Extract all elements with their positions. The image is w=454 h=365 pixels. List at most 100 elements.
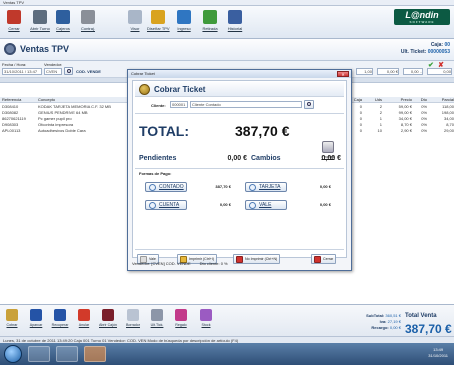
no-imprimir-button[interactable]: No Imprimir (Ctrl+N) <box>233 254 281 264</box>
recargo-value: 0,00 € <box>389 325 401 330</box>
vale-value: 0,00 € <box>319 202 331 207</box>
bottom-anular-button[interactable]: Anular <box>74 309 94 327</box>
partial-input[interactable]: 0,00 <box>427 68 452 75</box>
search-cliente-button[interactable] <box>304 100 314 109</box>
fecha-input[interactable]: 31/10/2011 / 13:47 <box>2 68 42 75</box>
bottom-recuperar-button[interactable]: Recuperar <box>50 309 70 327</box>
toolbar-label: Visor <box>130 26 140 31</box>
monitor-icon <box>128 10 142 24</box>
close-icon[interactable]: ✘ <box>438 61 444 69</box>
subtotal-value: 360,51 € <box>385 313 401 318</box>
toolbar-abrir-turno-button[interactable]: Abrir Turno <box>29 10 51 38</box>
last-ticket-icon <box>151 309 163 321</box>
column-header[interactable]: Dto <box>415 97 427 103</box>
recover-icon <box>54 309 66 321</box>
bottom-label: Anular <box>78 323 90 327</box>
formas-pago-label: Formas de Pago: <box>139 171 172 176</box>
logo-sub: SOFTWARE <box>409 20 435 24</box>
bottom-label: Borrador <box>126 323 140 327</box>
toolbar-cajeros-button[interactable]: Cajeros <box>52 10 74 38</box>
divider <box>135 168 344 169</box>
bottom-cobrar-button[interactable]: Cobrar <box>2 309 22 327</box>
close-icon <box>314 256 321 263</box>
cliente-code-input[interactable]: 000001 <box>170 101 188 108</box>
check-icon[interactable]: ✔ <box>428 61 434 69</box>
design-icon <box>151 10 165 24</box>
bottom-stock-button[interactable]: Stock <box>196 309 216 327</box>
table-cell: 0% <box>421 128 427 133</box>
toolbar-retirada-button[interactable]: Retirada <box>199 10 221 38</box>
vale-label: VALE <box>259 202 272 208</box>
bottom-borrador-button[interactable]: Borrador <box>123 309 143 327</box>
iva-value: 27,19 € <box>387 319 401 324</box>
cerrar-dialog-label: Cerrar <box>323 257 334 261</box>
column-header[interactable]: Precio <box>390 97 412 103</box>
taskbar-landin-icon[interactable] <box>84 346 106 362</box>
toolbar-historial-button[interactable]: Historial <box>224 10 246 38</box>
dialog-title-bar: Cobrar Ticket <box>135 82 344 97</box>
dialog-close-button[interactable]: ✕ <box>337 71 349 77</box>
bottom-label: Cobrar <box>6 323 18 327</box>
window-title: Ventas TPV <box>3 0 25 5</box>
taskbar-explorer-icon[interactable] <box>28 346 50 362</box>
toolbar-label: Abrir Turno <box>30 26 50 31</box>
cerrar-dialog-button[interactable]: Cerrar <box>311 254 337 264</box>
dto-input[interactable]: 0,00 .. <box>403 68 423 75</box>
toolbar-diseñar-tpv-button[interactable]: Diseñar TPV <box>147 10 170 38</box>
table-cell: APL00113 <box>2 128 21 133</box>
search-vendedor-button[interactable] <box>64 67 73 75</box>
toolbar-label: Historial <box>227 26 243 31</box>
start-orb-icon[interactable] <box>4 345 22 363</box>
column-header[interactable]: Uds <box>370 97 382 103</box>
gift-icon <box>175 309 187 321</box>
tarjeta-label: TARJETA <box>259 184 281 190</box>
account-icon <box>149 202 156 209</box>
search-icon <box>307 102 311 106</box>
cuenta-button[interactable]: CUENTA <box>145 200 187 210</box>
footer-dto: Dto cliente: 0 % <box>199 261 228 266</box>
total-label: TOTAL: <box>139 123 190 139</box>
toolbar-cerrar-button[interactable]: Cerrar <box>3 10 25 38</box>
search-icon <box>67 69 71 73</box>
ticket-label: Ult. Ticket: <box>400 49 427 55</box>
dialog-title: Cobrar Ticket <box>154 85 206 94</box>
cuenta-value: 0,00 € <box>219 202 231 207</box>
toolbar-visor-button[interactable]: Visor <box>124 10 146 38</box>
taskbar-media-icon[interactable] <box>56 346 78 362</box>
vale-button[interactable]: VALE <box>245 200 287 210</box>
taskbar-clock[interactable]: 13:49 31/10/2011 <box>428 347 448 359</box>
no-imprimir-label: No Imprimir (Ctrl+N) <box>245 257 278 261</box>
landin-logo: L@ndin SOFTWARE <box>394 9 450 25</box>
status-bar: Lunes, 31 de octubre de 2011 13:49:20 Ca… <box>0 336 454 343</box>
column-header[interactable]: Referencia <box>2 97 37 103</box>
vendedor-input[interactable]: CVEN <box>44 68 62 75</box>
table-cell: 10 <box>377 128 382 133</box>
coins-icon <box>6 309 18 321</box>
voucher-icon <box>249 202 256 209</box>
qty-input[interactable]: 1,00 <box>356 68 373 75</box>
cod-vende-label: COD. VENDE <box>76 69 101 74</box>
cash-icon <box>149 184 156 191</box>
taskbar: 13:49 31/10/2011 <box>0 343 454 365</box>
bottom-aparcar-button[interactable]: Aparcar <box>26 309 46 327</box>
tarjeta-value: 0,00 € <box>319 184 331 189</box>
toolbar-label: Retirada <box>202 26 218 31</box>
bottom-label: Stock <box>201 323 211 327</box>
toolbar-ingreso-button[interactable]: Ingreso <box>173 10 195 38</box>
tarjeta-button[interactable]: TARJETA <box>245 182 287 192</box>
dialog-caption: Cobrar Ticket <box>128 70 351 78</box>
park-icon <box>30 309 42 321</box>
contado-button[interactable]: CONTADO <box>145 182 187 192</box>
total-value: 387,70 € <box>235 123 290 139</box>
bottom-ult-tick--button[interactable]: Ult.Tick. <box>147 309 167 327</box>
toolbar-contraj--button[interactable]: Contraj. <box>77 10 99 38</box>
top-toolbar: Cerrar Abrir Turno Cajeros Contraj. Visor Dis… <box>0 6 454 39</box>
price-input[interactable]: 0,00 € <box>377 68 399 75</box>
column-header[interactable]: Parcial <box>432 97 454 103</box>
table-cell: 29,00 <box>443 128 454 133</box>
bottom-abrir-cajón-button[interactable]: Abrir Cajón <box>98 309 118 327</box>
dialog-caption-text: Cobrar Ticket <box>131 71 155 76</box>
cambios-value: 0,00 € <box>321 155 341 162</box>
bottom-regalo-button[interactable]: Regalo <box>171 309 191 327</box>
cliente-name-input[interactable]: Cliente Contado <box>190 101 302 108</box>
